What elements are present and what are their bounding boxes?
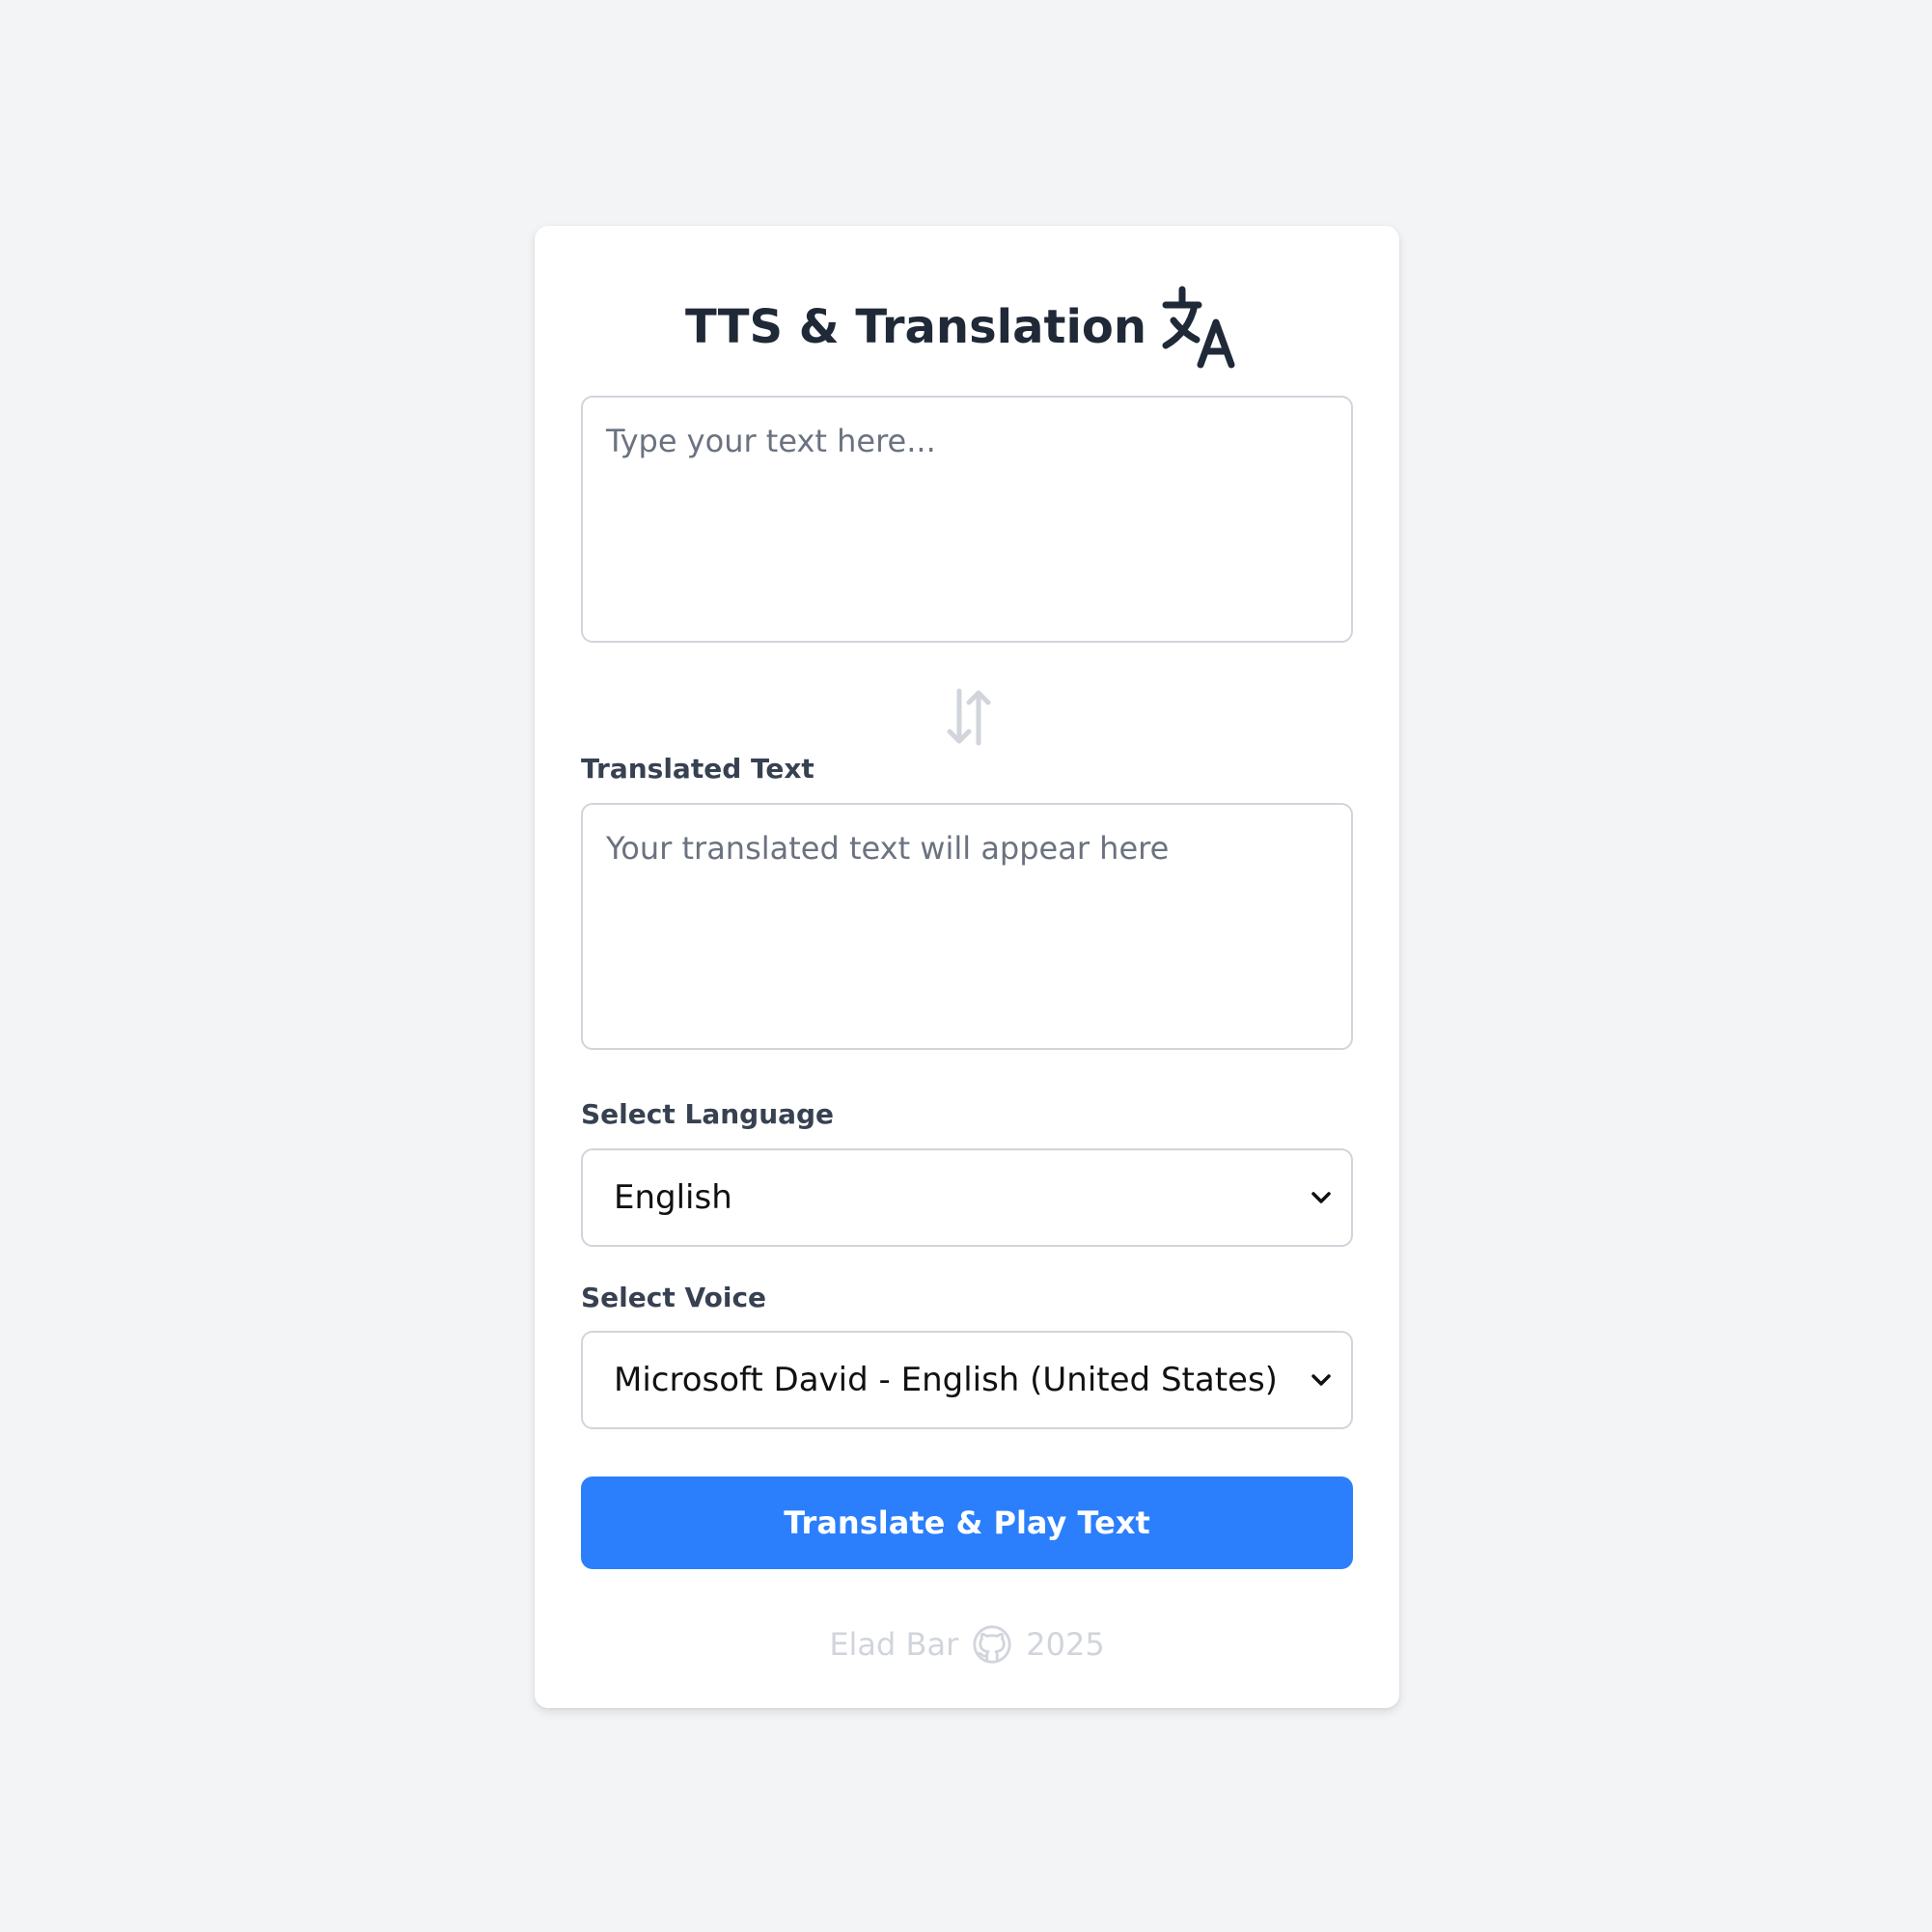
voice-select[interactable]: Microsoft David - English (United States… <box>581 1331 1353 1429</box>
footer: Elad Bar 2025 <box>535 1615 1399 1673</box>
header: TTS & Translation <box>535 274 1399 380</box>
translated-text-output[interactable] <box>581 803 1353 1050</box>
page-title: TTS & Translation <box>684 300 1147 354</box>
footer-year: 2025 <box>1026 1626 1105 1663</box>
translated-text-label: Translated Text <box>581 753 814 785</box>
tts-card: TTS & Translation Translated Text Select… <box>535 226 1399 1708</box>
chevron-down-icon <box>1311 1374 1331 1386</box>
voice-select-value: Microsoft David - English (United States… <box>614 1361 1283 1399</box>
translate-play-button[interactable]: Translate & Play Text <box>581 1477 1353 1569</box>
language-select-value: English <box>614 1178 732 1217</box>
chevron-down-icon <box>1311 1192 1331 1203</box>
language-label: Select Language <box>581 1098 835 1130</box>
language-select[interactable]: English <box>581 1148 1353 1247</box>
voice-label: Select Voice <box>581 1282 767 1313</box>
github-icon[interactable] <box>972 1624 1012 1665</box>
source-text-input[interactable] <box>581 396 1353 643</box>
author-name: Elad Bar <box>829 1626 959 1663</box>
translate-icon <box>1162 286 1235 369</box>
swap-vertical-icon[interactable] <box>940 685 998 749</box>
